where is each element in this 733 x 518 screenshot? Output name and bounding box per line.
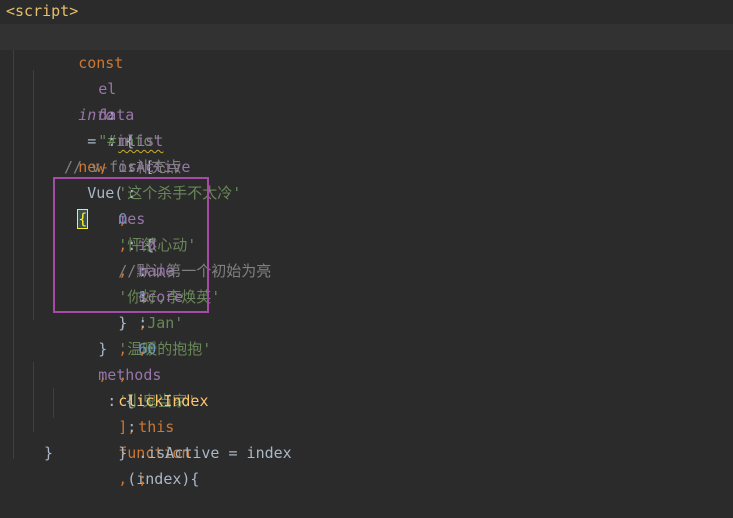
code-line[interactable]: clickIndex : function (index){ <box>0 362 733 488</box>
code-line[interactable]: el : "#info" , <box>0 50 733 176</box>
code-line[interactable]: } , <box>0 414 733 488</box>
script-tag: <script> <box>6 2 79 20</box>
code-editor[interactable]: <script> const info = new Vue( { el : "#… <box>0 0 733 488</box>
close-brace: } <box>44 444 54 462</box>
code-line[interactable]: <script> <box>0 0 733 24</box>
code-line[interactable]: this .isActive = index ; <box>0 388 733 488</box>
code-line[interactable]: } , <box>0 310 733 384</box>
semicolon: ; <box>138 470 148 488</box>
highlight-box <box>53 177 209 313</box>
method-close: } , <box>64 414 127 518</box>
code-line[interactable]: methods : { <box>0 336 733 410</box>
code-line[interactable]: isActive : 0 , //默认第一个初始为亮 <box>0 128 733 280</box>
code-line-current[interactable]: const info = new Vue( { <box>0 24 733 229</box>
comma: , <box>118 470 128 488</box>
code-line[interactable]: mlist : [ '这个杀手不太冷' , '怦然心动' , '你好,李焕英' … <box>0 102 733 436</box>
code-line[interactable]: data : { <box>0 76 733 150</box>
code-line[interactable]: } <box>0 440 733 466</box>
